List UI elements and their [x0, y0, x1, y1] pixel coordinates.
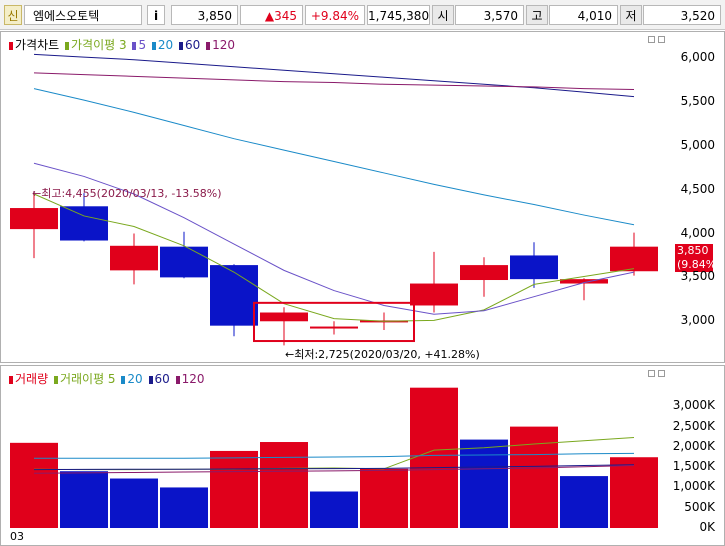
price-tick-label: 5,000 [680, 137, 715, 152]
volume-chart-plot [10, 387, 658, 528]
volume-bar [110, 478, 158, 528]
price-tick-label: 3,000 [680, 313, 715, 328]
price-change: ▲345 [240, 5, 303, 25]
volume-tick-label: 3,000K [672, 398, 715, 413]
candle-body [610, 246, 658, 272]
price-ma-line [33, 72, 635, 91]
stock-name-field[interactable]: 엠에스오토텍 [24, 5, 142, 25]
price-tick-label: 6,000 [680, 49, 715, 64]
price-ma-line [33, 88, 635, 226]
volume-bar [560, 476, 608, 528]
price-tick-label: 4,000 [680, 225, 715, 240]
high-price: 4,010 [549, 5, 618, 25]
low-price-note: ←최저:2,725(2020/03/20, +41.28%) [285, 348, 480, 361]
low-price: 3,520 [643, 5, 721, 25]
volume-bar [460, 439, 508, 528]
volume-tick-label: 2,000K [672, 438, 715, 453]
x-axis-month-label: 03 [10, 530, 24, 543]
volume-bar [160, 487, 208, 528]
high-label: 고 [526, 5, 548, 25]
candle-body [10, 208, 58, 230]
volume-tick-label: 1,500K [672, 459, 715, 474]
price-tick-label: 3,500 [680, 269, 715, 284]
market-badge: 신 [4, 5, 22, 25]
volume-bar [210, 450, 258, 528]
candle-body [260, 312, 308, 322]
volume-bar [360, 468, 408, 528]
volume-bar [260, 442, 308, 528]
candle-body [410, 283, 458, 306]
volume-bar [310, 491, 358, 528]
volume-tick-label: 2,500K [672, 418, 715, 433]
quote-toolbar: 신 엠에스오토텍 i 3,850 ▲345 +9.84% 1,745,380 시… [0, 0, 725, 30]
high-price-note: ←최고:4,455(2020/03/13, -13.58%) [32, 187, 222, 200]
open-label: 시 [432, 5, 454, 25]
volume-tick-label: 500K [684, 499, 715, 514]
trade-volume: 1,745,380 [367, 5, 430, 25]
volume-bar [410, 387, 458, 528]
info-button[interactable]: i [147, 5, 165, 25]
candle-body [110, 245, 158, 271]
volume-bar [610, 457, 658, 528]
volume-bar [10, 442, 58, 528]
price-tick-label: 5,500 [680, 93, 715, 108]
last-price-value: 3,850 [677, 244, 709, 257]
open-price: 3,570 [455, 5, 524, 25]
volume-bar [60, 471, 108, 528]
volume-tick-label: 0K [699, 520, 715, 534]
candle-body [460, 265, 508, 281]
price-tick-label: 4,500 [680, 181, 715, 196]
volume-tick-label: 1,000K [672, 479, 715, 494]
change-percent: +9.84% [305, 5, 365, 25]
volume-bar [510, 426, 558, 528]
low-label: 저 [620, 5, 642, 25]
last-price-box: 3,850 (9.84%) [675, 244, 721, 272]
price-ma-line [33, 53, 635, 98]
current-price: 3,850 [171, 5, 238, 25]
candle-body [60, 206, 108, 241]
candle-body [510, 255, 558, 280]
candle-body [210, 265, 258, 326]
candle-body [310, 326, 358, 329]
candle-body [160, 246, 208, 278]
